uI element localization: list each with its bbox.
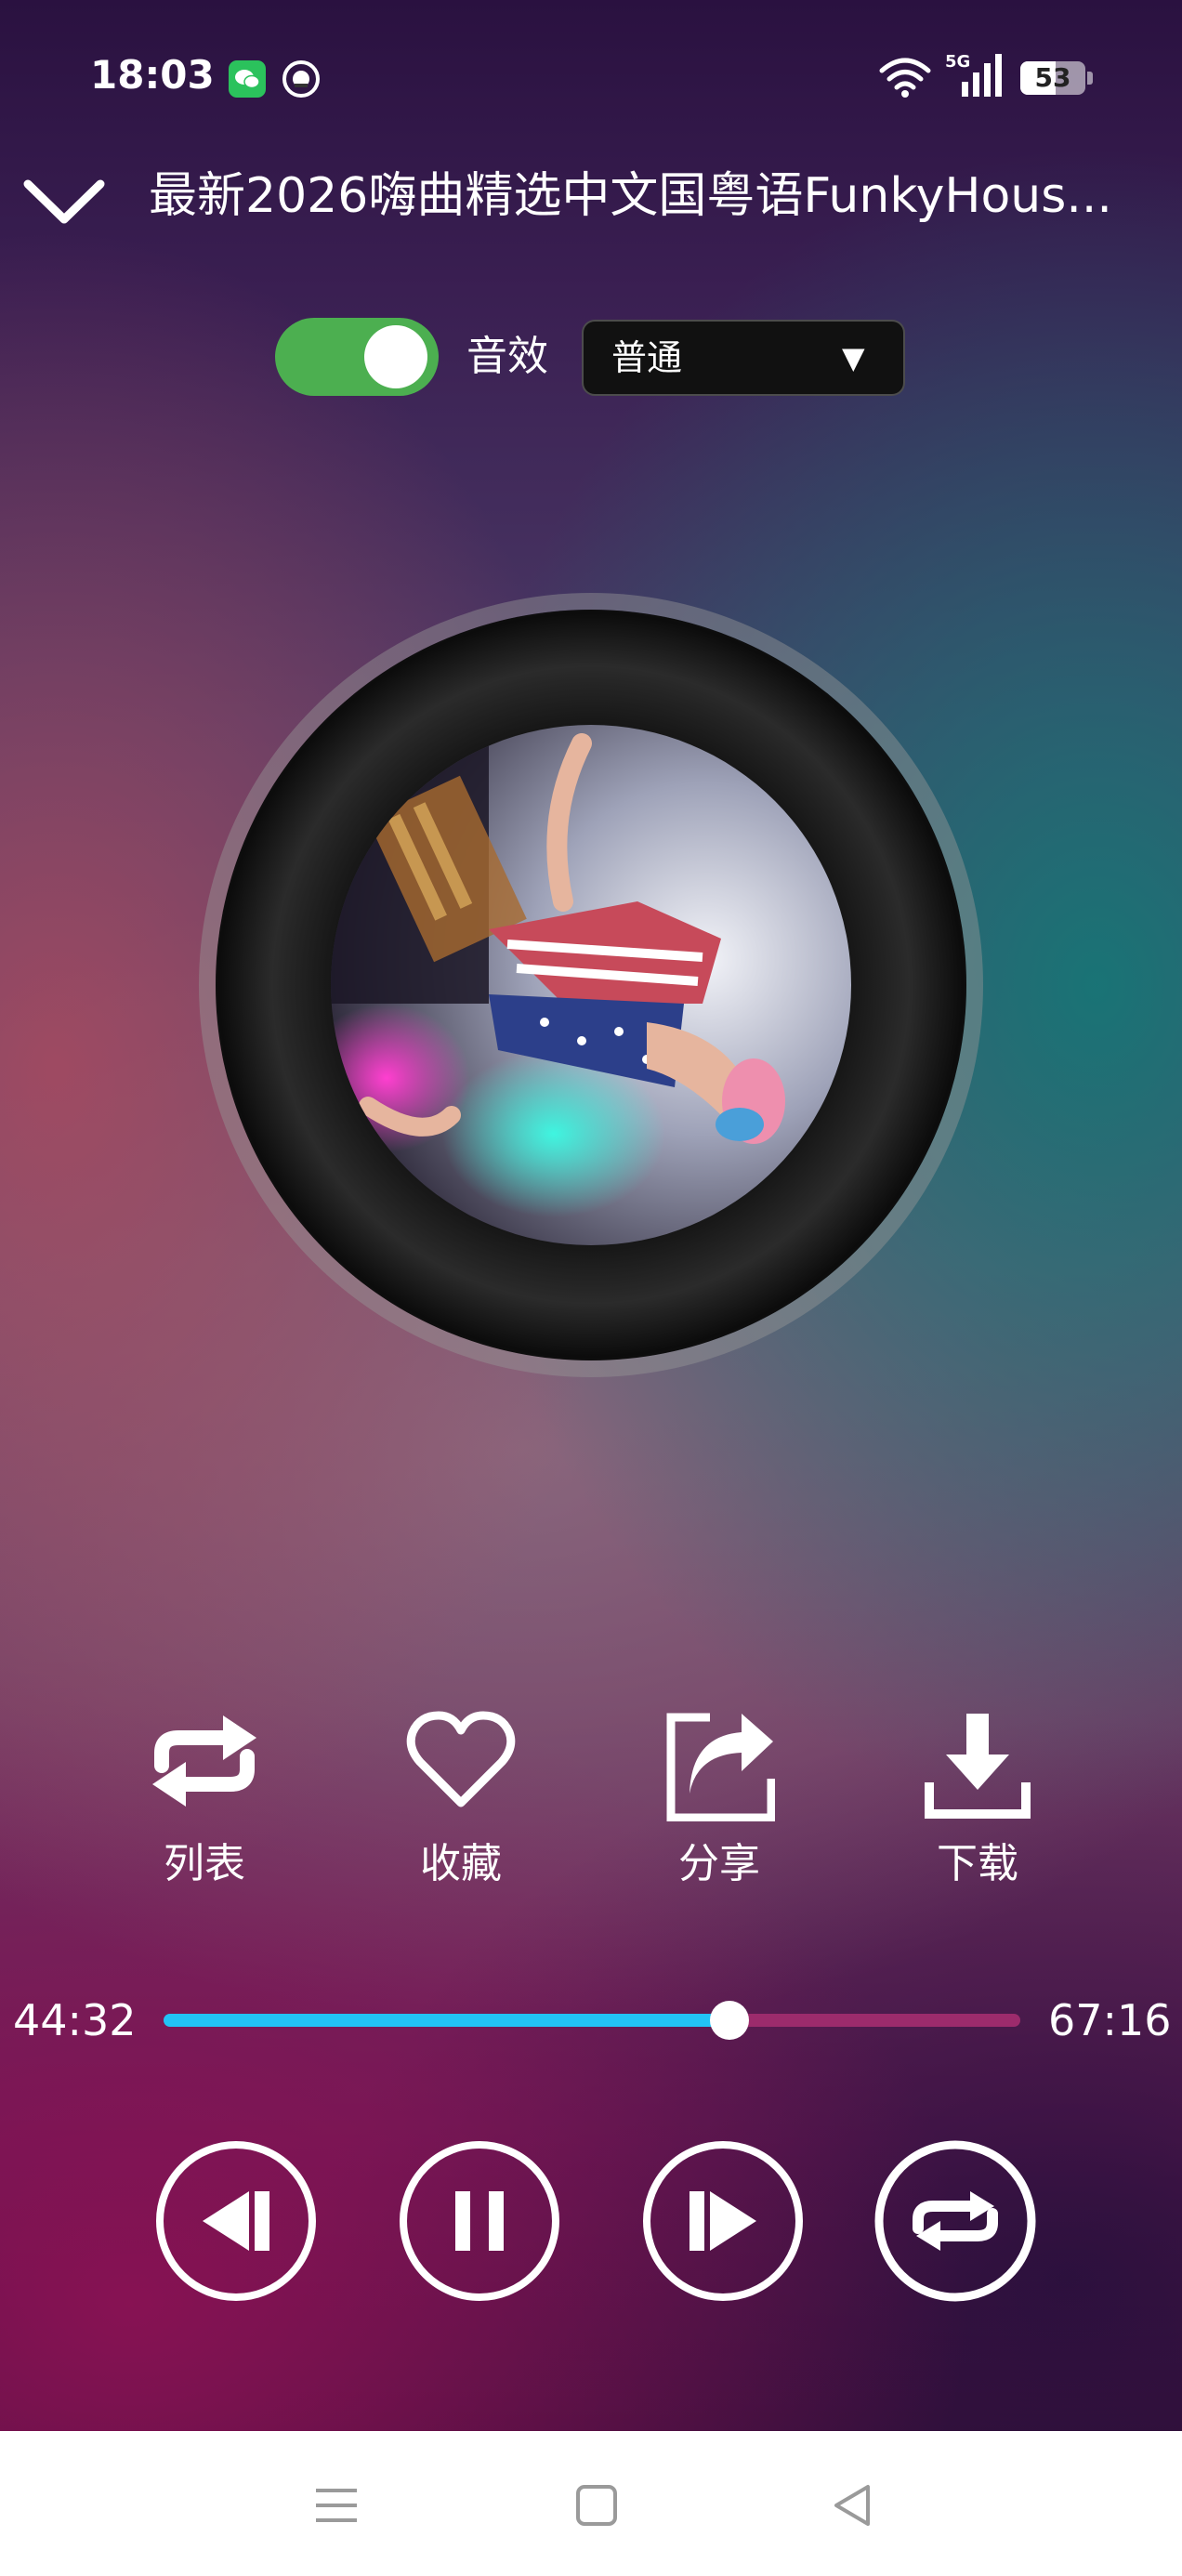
favorite-button[interactable]: 收藏 bbox=[387, 1710, 535, 1896]
wifi-icon bbox=[878, 56, 932, 99]
share-button[interactable]: 分享 bbox=[645, 1710, 794, 1896]
menu-icon[interactable] bbox=[310, 2479, 362, 2531]
sound-effect-label: 音效 bbox=[466, 333, 548, 380]
progress-thumb[interactable] bbox=[709, 2001, 749, 2040]
total-time: 67:16 bbox=[1048, 1995, 1172, 2045]
previous-icon bbox=[156, 2141, 316, 2301]
next-button[interactable] bbox=[641, 2139, 805, 2303]
heart-icon bbox=[406, 1711, 516, 1807]
effect-preset-select[interactable]: 普通 ▼ bbox=[582, 320, 905, 396]
share-label: 分享 bbox=[678, 1840, 760, 1887]
music-notification-icon bbox=[282, 59, 321, 99]
download-label: 下载 bbox=[937, 1840, 1018, 1887]
download-icon bbox=[925, 1714, 1031, 1819]
back-icon[interactable] bbox=[827, 2479, 879, 2531]
battery-icon: 53 bbox=[1020, 61, 1085, 95]
album-art bbox=[331, 725, 851, 1245]
toggle-knob bbox=[364, 325, 427, 388]
status-time: 18:03 bbox=[90, 52, 215, 98]
playlist-label: 列表 bbox=[164, 1840, 245, 1887]
next-icon bbox=[643, 2141, 803, 2301]
collapse-player-button[interactable] bbox=[22, 167, 106, 232]
repeat-mode-button[interactable] bbox=[873, 2139, 1037, 2303]
current-time: 44:32 bbox=[13, 1995, 137, 2045]
progress-track[interactable] bbox=[164, 2001, 1020, 2040]
progress-played bbox=[164, 2014, 729, 2027]
battery-level: 53 bbox=[1034, 62, 1071, 93]
share-icon bbox=[666, 1713, 775, 1821]
dropdown-arrow-icon: ▼ bbox=[842, 340, 865, 375]
repeat-list-icon bbox=[152, 1715, 256, 1807]
wechat-icon bbox=[229, 60, 266, 98]
download-button[interactable]: 下载 bbox=[903, 1710, 1052, 1896]
sound-effect-toggle[interactable] bbox=[275, 318, 439, 396]
chevron-down-icon bbox=[23, 179, 105, 224]
pause-icon bbox=[400, 2141, 559, 2301]
playlist-button[interactable]: 列表 bbox=[130, 1710, 279, 1896]
effect-preset-value: 普通 bbox=[611, 337, 683, 378]
previous-button[interactable] bbox=[154, 2139, 318, 2303]
battery-tip bbox=[1087, 72, 1093, 85]
home-icon[interactable] bbox=[571, 2479, 623, 2531]
network-type: 5G bbox=[945, 52, 971, 72]
song-title: 最新2026嗨曲精选中文国粤语FunkyHous... bbox=[149, 168, 1112, 224]
repeat-icon bbox=[874, 2140, 1036, 2302]
favorite-label: 收藏 bbox=[420, 1840, 502, 1887]
pause-button[interactable] bbox=[398, 2139, 561, 2303]
